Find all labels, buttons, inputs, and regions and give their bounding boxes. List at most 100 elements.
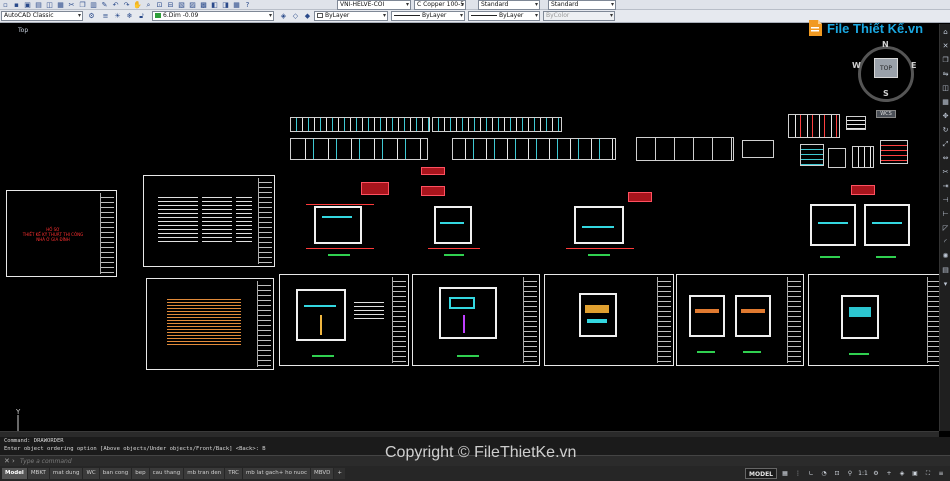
lineweight-select[interactable]: ByLayer ▾ bbox=[468, 11, 540, 21]
plus-icon[interactable]: + bbox=[884, 468, 894, 479]
floor-plan-1 bbox=[302, 202, 378, 256]
isolate-objects-icon[interactable]: ◈ bbox=[897, 468, 907, 479]
text-style-select[interactable]: VNI-HELVE-COI ▾ bbox=[337, 0, 411, 10]
layout-tab[interactable]: ban cong bbox=[99, 468, 132, 479]
array-icon[interactable]: ▦ bbox=[941, 98, 950, 107]
nav-home-icon[interactable]: ⌂ bbox=[941, 28, 950, 37]
erase-icon[interactable]: ✕ bbox=[941, 42, 950, 51]
make-current-layer-icon[interactable]: ◈ bbox=[279, 12, 288, 20]
customization-icon[interactable]: ≡ bbox=[936, 468, 946, 479]
open-icon[interactable]: ▪ bbox=[12, 1, 21, 9]
compass-west[interactable]: W bbox=[852, 61, 861, 70]
snap-icon[interactable]: ⋮ bbox=[793, 468, 803, 479]
drawing-index-table bbox=[158, 194, 198, 242]
scale-icon[interactable]: ⤢ bbox=[941, 140, 950, 149]
fillet-icon[interactable]: ◜ bbox=[941, 238, 950, 247]
workspace-switch-icon[interactable]: ⚙ bbox=[871, 468, 881, 479]
compass-east[interactable]: E bbox=[911, 61, 916, 70]
chevron-down-icon: ▾ bbox=[405, 1, 409, 8]
layout-tab[interactable]: mb tran den bbox=[184, 468, 225, 479]
layout-tab[interactable]: WC bbox=[83, 468, 99, 479]
ortho-icon[interactable]: ∟ bbox=[806, 468, 816, 479]
wcs-menu[interactable]: WCS bbox=[876, 110, 896, 118]
layout-tab[interactable]: Model bbox=[2, 468, 27, 479]
design-center-icon[interactable]: ▨ bbox=[188, 1, 197, 9]
workspace-select[interactable]: AutoCAD Classic ▾ bbox=[1, 11, 83, 21]
match-properties-icon[interactable]: ✎ bbox=[100, 1, 109, 9]
paste-icon[interactable]: ▥ bbox=[89, 1, 98, 9]
zoom-previous-icon[interactable]: ⊟ bbox=[166, 1, 175, 9]
copy-icon[interactable]: ❐ bbox=[78, 1, 87, 9]
osnap-icon[interactable]: ⊡ bbox=[832, 468, 842, 479]
join-icon[interactable]: ⊢ bbox=[941, 210, 950, 219]
hardware-acceleration-icon[interactable]: ▣ bbox=[910, 468, 920, 479]
clean-screen-icon[interactable]: ⛶ bbox=[923, 468, 933, 479]
quickcalc-icon[interactable]: ▦ bbox=[232, 1, 241, 9]
close-command-line-icon[interactable]: ✕ bbox=[4, 457, 10, 465]
layout-tab[interactable]: MBVD bbox=[311, 468, 334, 479]
properties-icon[interactable]: ▧ bbox=[177, 1, 186, 9]
model-space-button[interactable]: MODEL bbox=[745, 468, 777, 479]
markup-icon[interactable]: ◨ bbox=[221, 1, 230, 9]
print-icon[interactable]: ▤ bbox=[34, 1, 43, 9]
annotation-visibility-icon[interactable]: ⚲ bbox=[845, 468, 855, 479]
workspace-settings-icon[interactable]: ⚙ bbox=[87, 12, 96, 20]
layer-previous-icon[interactable]: ◇ bbox=[291, 12, 300, 20]
publish-icon[interactable]: ▦ bbox=[56, 1, 65, 9]
layout-tab[interactable]: cau thang bbox=[149, 468, 184, 479]
color-select[interactable]: ByLayer ▾ bbox=[314, 11, 388, 21]
drawing-canvas[interactable]: Top HỒ SƠ THIẾT KẾ KỸ THUẬT THI CÔNG NHÀ… bbox=[0, 24, 941, 440]
plan-stair bbox=[320, 315, 322, 335]
stretch-icon[interactable]: ⇔ bbox=[941, 154, 950, 163]
layer-lock-icon[interactable]: 🔓︎ bbox=[137, 12, 146, 20]
explode-icon[interactable]: ✺ bbox=[941, 252, 950, 261]
polar-icon[interactable]: ◔ bbox=[819, 468, 829, 479]
layer-properties-icon[interactable]: ≡ bbox=[101, 12, 110, 20]
dim-style-select[interactable]: C Copper 100-5 ▾ bbox=[414, 0, 466, 10]
layout-tab[interactable]: bep bbox=[132, 468, 149, 479]
compass-south[interactable]: S bbox=[883, 89, 889, 98]
layer-select[interactable]: 6.Dim -0.09 ▾ bbox=[152, 11, 274, 21]
new-icon[interactable]: ▫ bbox=[1, 1, 10, 9]
table-style-select[interactable]: Standard ▾ bbox=[478, 0, 540, 10]
trim-icon[interactable]: ✂ bbox=[941, 168, 950, 177]
grid-icon[interactable]: ▦ bbox=[780, 468, 790, 479]
copy-object-icon[interactable]: ❐ bbox=[941, 56, 950, 65]
compass-north[interactable]: N bbox=[882, 40, 889, 49]
chamfer-icon[interactable]: ◸ bbox=[941, 224, 950, 233]
linetype-select[interactable]: ByLayer ▾ bbox=[391, 11, 465, 21]
plotstyle-select[interactable]: ByColor ▾ bbox=[543, 11, 615, 21]
undo-icon[interactable]: ↶ bbox=[111, 1, 120, 9]
add-layout-tab-button[interactable]: + bbox=[334, 468, 346, 479]
layer-state-icon[interactable]: ◆ bbox=[303, 12, 312, 20]
zoom-window-icon[interactable]: ⊡ bbox=[155, 1, 164, 9]
move-icon[interactable]: ✥ bbox=[941, 112, 950, 121]
sheet-set-icon[interactable]: ◧ bbox=[210, 1, 219, 9]
draw-order-icon[interactable]: ▤ bbox=[941, 266, 950, 275]
rotate-icon[interactable]: ↻ bbox=[941, 126, 950, 135]
annotation-scale[interactable]: 1:1 bbox=[858, 468, 868, 479]
zoom-realtime-icon[interactable]: ⌕ bbox=[144, 1, 153, 9]
layer-freeze-icon[interactable]: ❄ bbox=[125, 12, 134, 20]
layout-tab[interactable]: mat dung bbox=[49, 468, 83, 479]
tool-palettes-icon[interactable]: ▩ bbox=[199, 1, 208, 9]
viewport-label[interactable]: Top bbox=[18, 27, 28, 34]
multileader-style-select[interactable]: Standard ▾ bbox=[548, 0, 616, 10]
preview-icon[interactable]: ◫ bbox=[45, 1, 54, 9]
break-icon[interactable]: ⊣ bbox=[941, 196, 950, 205]
layout-tab[interactable]: MBKT bbox=[27, 468, 49, 479]
scroll-down-icon[interactable]: ▾ bbox=[941, 280, 950, 289]
viewcube-top-face[interactable]: TOP bbox=[874, 58, 898, 78]
help-icon[interactable]: ? bbox=[243, 1, 252, 9]
layout-tab[interactable]: TRC bbox=[225, 468, 242, 479]
extend-icon[interactable]: ⇥ bbox=[941, 182, 950, 191]
layout-tab[interactable]: mb lat gach+ ho nuoc bbox=[242, 468, 311, 479]
redo-icon[interactable]: ↷ bbox=[122, 1, 131, 9]
plan-sheet-3 bbox=[544, 274, 674, 366]
save-icon[interactable]: ▣ bbox=[23, 1, 32, 9]
pan-icon[interactable]: ✋ bbox=[133, 1, 142, 9]
layer-bulb-icon[interactable]: ☀ bbox=[113, 12, 122, 20]
offset-icon[interactable]: ◫ bbox=[941, 84, 950, 93]
mirror-icon[interactable]: ⇋ bbox=[941, 70, 950, 79]
cut-icon[interactable]: ✂ bbox=[67, 1, 76, 9]
